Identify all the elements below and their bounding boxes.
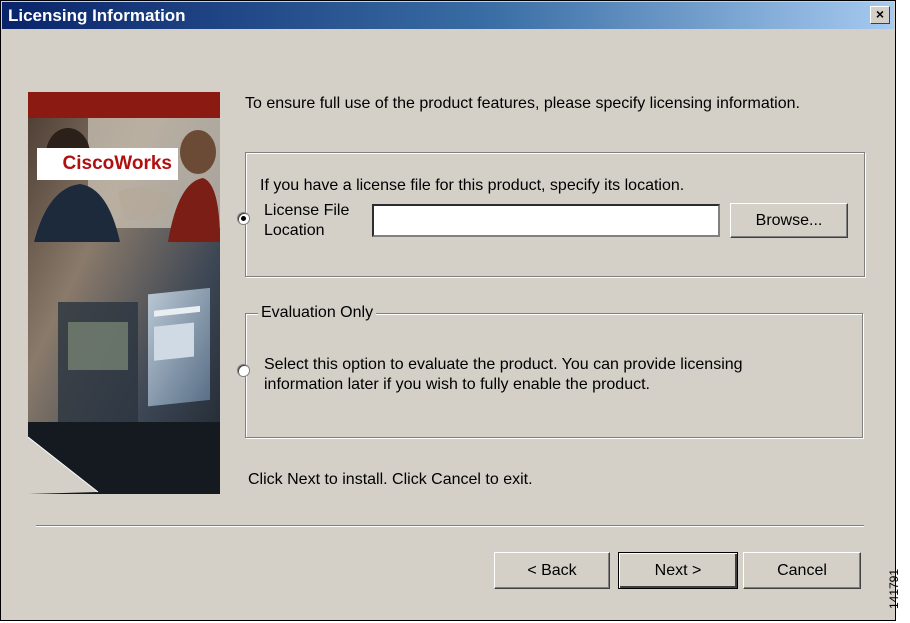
intro-text: To ensure full use of the product featur… xyxy=(245,95,800,112)
ciscoworks-logo: CiscoWorks xyxy=(37,148,178,180)
separator-line xyxy=(36,525,864,527)
license-file-label-line2: Location xyxy=(264,222,325,239)
evaluation-description-line1: Select this option to evaluate the produ… xyxy=(264,356,743,373)
figure-id-text: 141791 xyxy=(887,568,902,610)
title-bar[interactable]: Licensing Information × xyxy=(2,2,894,29)
figure-id: 141791 xyxy=(887,560,910,620)
license-file-label-line1: License File xyxy=(264,202,350,219)
window-title: Licensing Information xyxy=(8,6,186,25)
back-button-label: < Back xyxy=(527,562,577,579)
license-file-location-input[interactable] xyxy=(372,204,720,237)
back-button[interactable]: < Back xyxy=(494,552,610,589)
evaluation-group-legend: Evaluation Only xyxy=(258,304,377,322)
footer-instructions: Click Next to install. Click Cancel to e… xyxy=(248,471,533,488)
evaluation-description: Select this option to evaluate the produ… xyxy=(264,355,743,395)
cancel-button-label: Cancel xyxy=(777,562,827,579)
license-file-description: If you have a license file for this prod… xyxy=(260,177,685,194)
next-button[interactable]: Next > xyxy=(618,552,738,589)
license-file-radio[interactable] xyxy=(237,212,250,225)
evaluation-description-line2: information later if you wish to fully e… xyxy=(264,376,650,393)
next-button-label: Next > xyxy=(654,562,702,579)
license-file-label: License File Location xyxy=(264,201,349,241)
cancel-button[interactable]: Cancel xyxy=(743,552,861,589)
browse-button-label: Browse... xyxy=(755,212,823,229)
browse-button[interactable]: Browse... xyxy=(730,203,848,238)
evaluation-radio[interactable] xyxy=(237,364,250,377)
close-button[interactable]: × xyxy=(870,6,890,24)
